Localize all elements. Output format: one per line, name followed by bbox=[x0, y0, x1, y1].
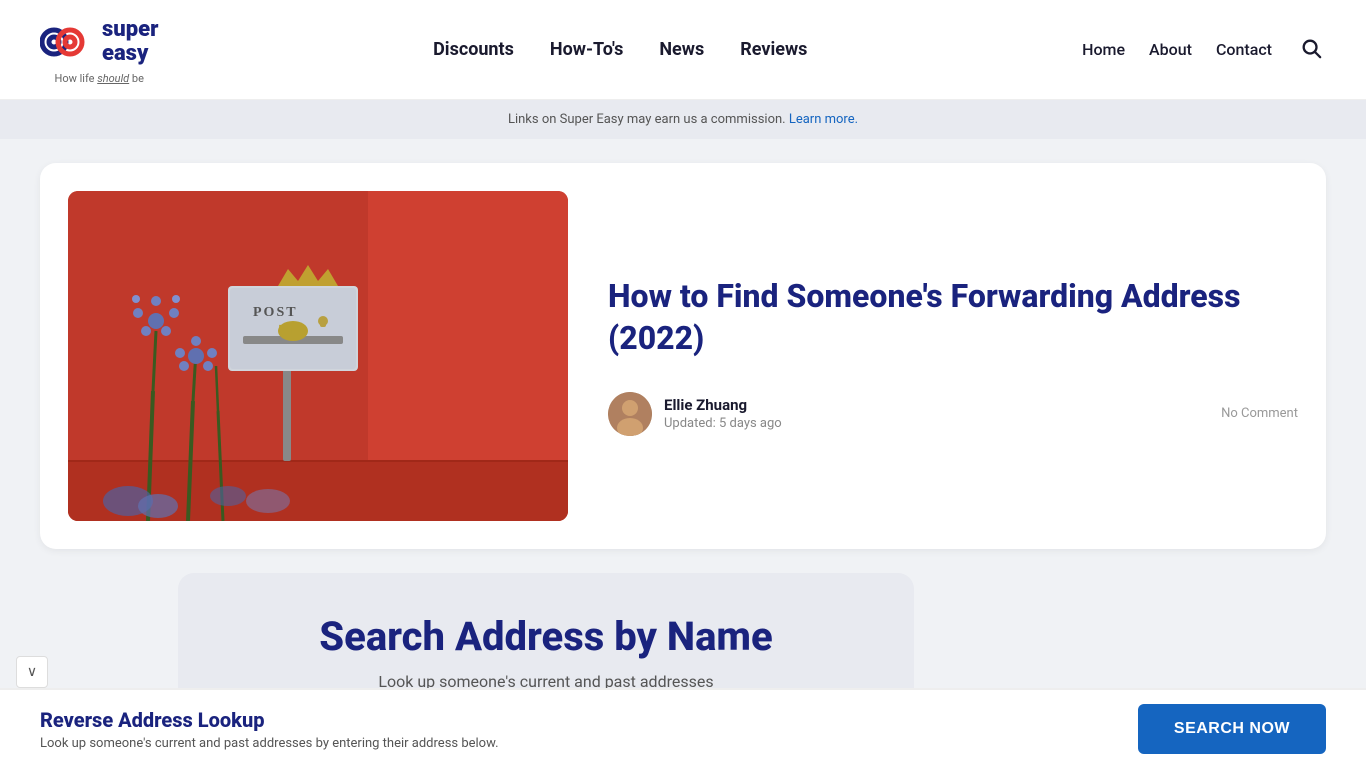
chevron-down-icon: ∨ bbox=[27, 664, 37, 680]
no-comment: No Comment bbox=[1221, 406, 1298, 421]
article-title: How to Find Someone's Forwarding Address… bbox=[608, 276, 1298, 359]
logo-easy: easy bbox=[102, 42, 158, 66]
article-card: POST ✉ bbox=[40, 163, 1326, 549]
search-button[interactable] bbox=[1296, 33, 1326, 66]
author-name: Ellie Zhuang bbox=[664, 396, 1209, 414]
search-icon bbox=[1300, 37, 1322, 59]
article-content: How to Find Someone's Forwarding Address… bbox=[608, 276, 1298, 435]
article-image-svg: POST ✉ bbox=[68, 191, 568, 521]
search-widget-title: Search Address by Name bbox=[226, 613, 866, 660]
bottom-bar-title: Reverse Address Lookup bbox=[40, 708, 499, 732]
logo-area[interactable]: super easy How life should be bbox=[40, 14, 158, 85]
author-avatar bbox=[608, 392, 652, 436]
nav-about[interactable]: About bbox=[1149, 40, 1192, 59]
nav-howtos[interactable]: How-To's bbox=[550, 39, 623, 60]
bottom-bar-subtitle: Look up someone's current and past addre… bbox=[40, 736, 499, 751]
logo-super: super bbox=[102, 18, 158, 42]
learn-more-link[interactable]: Learn more. bbox=[789, 112, 858, 127]
banner-text: Links on Super Easy may earn us a commis… bbox=[508, 112, 789, 127]
commission-banner: Links on Super Easy may earn us a commis… bbox=[0, 100, 1366, 139]
nav-home[interactable]: Home bbox=[1082, 40, 1125, 59]
author-info: Ellie Zhuang Updated: 5 days ago bbox=[664, 396, 1209, 431]
site-header: super easy How life should be Discounts … bbox=[0, 0, 1366, 100]
nav-contact[interactable]: Contact bbox=[1216, 40, 1272, 59]
main-nav: Discounts How-To's News Reviews bbox=[433, 39, 807, 60]
svg-text:POST: POST bbox=[253, 305, 298, 320]
author-row: Ellie Zhuang Updated: 5 days ago No Comm… bbox=[608, 392, 1298, 436]
nav-discounts[interactable]: Discounts bbox=[433, 39, 514, 60]
bottom-bar-info: Reverse Address Lookup Look up someone's… bbox=[40, 708, 499, 751]
logo-tagline: How life should be bbox=[54, 72, 143, 85]
avatar-svg bbox=[608, 392, 652, 436]
search-now-button[interactable]: SEARCH NOW bbox=[1138, 704, 1326, 754]
nav-reviews[interactable]: Reviews bbox=[740, 39, 807, 60]
svg-text:✉: ✉ bbox=[278, 320, 293, 340]
logo-text: super easy bbox=[102, 18, 158, 66]
nav-news[interactable]: News bbox=[659, 39, 704, 60]
bottom-bar: Reverse Address Lookup Look up someone's… bbox=[0, 688, 1366, 768]
logo-icon bbox=[40, 14, 96, 70]
right-nav: Home About Contact bbox=[1082, 33, 1326, 66]
logo-mark: super easy bbox=[40, 14, 158, 70]
chevron-down-button[interactable]: ∨ bbox=[16, 656, 48, 688]
author-updated: Updated: 5 days ago bbox=[664, 416, 1209, 431]
article-image: POST ✉ bbox=[68, 191, 568, 521]
author-avatar-placeholder bbox=[608, 392, 652, 436]
